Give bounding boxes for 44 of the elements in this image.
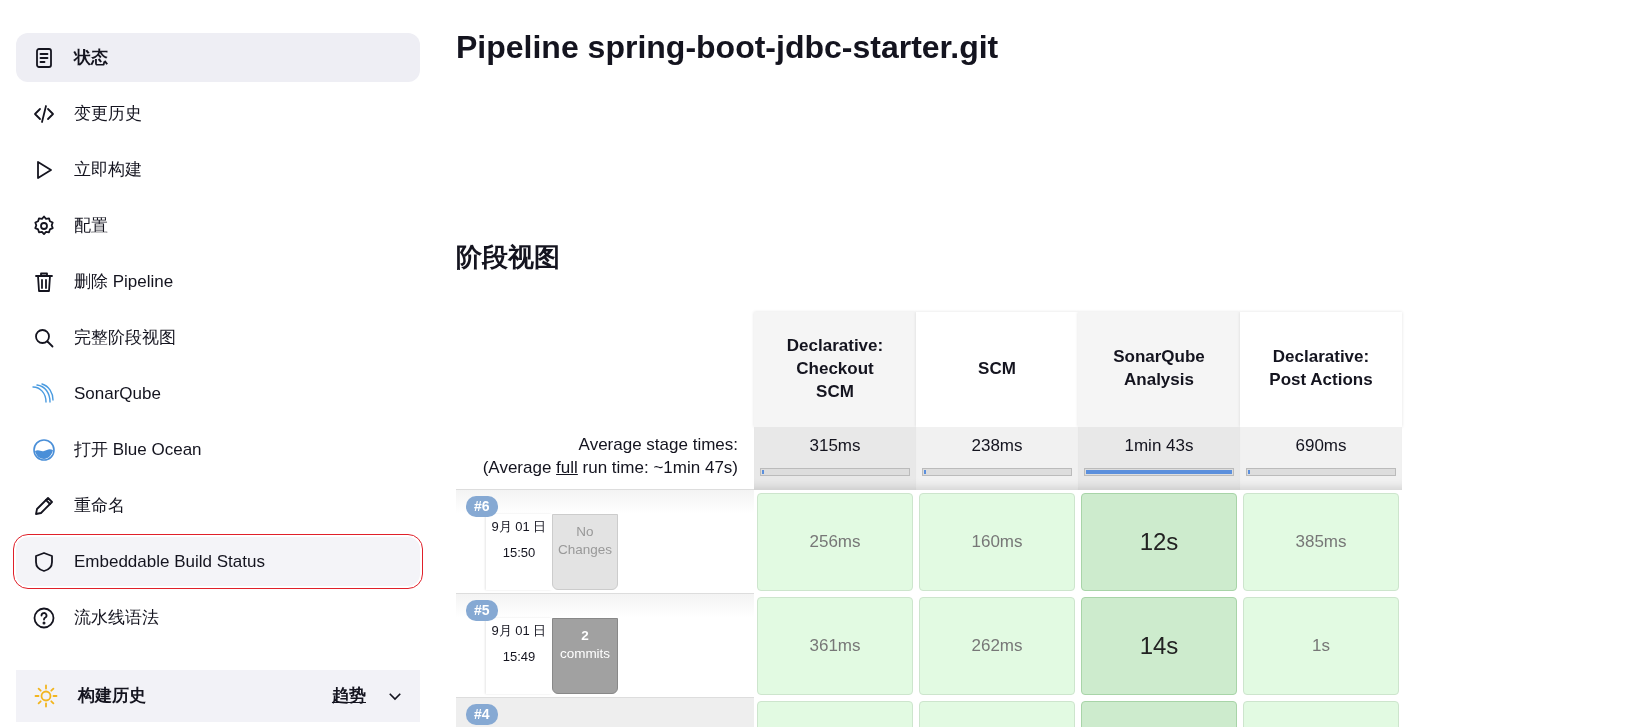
time-text: 15:49 — [501, 648, 537, 667]
globe-icon — [32, 437, 56, 462]
stage-cell[interactable]: 256ms — [757, 492, 913, 591]
average-time: 1min 43s — [1123, 434, 1195, 457]
date-text: 9月 01 日 — [490, 621, 548, 640]
full-link[interactable]: full — [556, 458, 578, 478]
date-text: 9月 01 日 — [490, 517, 548, 536]
average-time: 690ms — [1294, 434, 1348, 457]
sidebar-item[interactable]: 变更历史 — [16, 89, 420, 138]
sidebar-item[interactable]: 配置 — [16, 201, 420, 250]
settings-icon — [32, 213, 56, 238]
stage-cell[interactable]: 14s — [1081, 596, 1237, 695]
average-time: 315ms — [808, 434, 862, 457]
stage-cell[interactable]: 1s — [1243, 596, 1399, 695]
sidebar-item[interactable]: 打开 Blue Ocean — [16, 425, 420, 474]
average-label: Average stage times: — [577, 433, 738, 456]
time-text: 15:50 — [501, 544, 537, 563]
stage-cell[interactable]: 160ms — [919, 492, 1075, 591]
stage-cell[interactable]: 361ms — [757, 596, 913, 695]
waves-icon — [32, 381, 56, 406]
average-note: (Average full run time: ~1min 47s) — [481, 457, 738, 480]
column-header: Declarative: Checkout SCM — [754, 311, 916, 427]
sidebar-item[interactable]: 完整阶段视图 — [16, 313, 420, 362]
sidebar-item[interactable]: 立即构建 — [16, 145, 420, 194]
sidebar-item[interactable]: 状态 — [16, 33, 420, 82]
sidebar-item[interactable]: 删除 Pipeline — [16, 257, 420, 306]
sidebar-item[interactable]: 流水线语法 — [16, 593, 420, 642]
average-time: 238ms — [970, 434, 1024, 457]
page-title: Pipeline spring-boot-jdbc-starter.git — [456, 28, 1000, 67]
section-heading: 阶段视图 — [456, 242, 561, 274]
column-header: Declarative: Post Actions — [1240, 311, 1402, 427]
sidebar-item[interactable]: 重命名 — [16, 481, 420, 530]
column-header: SonarQube Analysis — [1078, 311, 1240, 427]
stage-cell[interactable]: 385ms — [1243, 492, 1399, 591]
stage-cell[interactable]: 12s — [1081, 492, 1237, 591]
help-icon — [32, 605, 56, 630]
sidebar-item[interactable]: SonarQube — [16, 369, 420, 418]
trend-link[interactable]: 趋势 — [332, 683, 366, 709]
sun-icon — [34, 684, 58, 708]
section-title: 构建历史 — [78, 685, 147, 708]
stage-cell[interactable]: 262ms — [919, 596, 1075, 695]
shield-icon — [32, 549, 56, 574]
column-header: SCM — [916, 311, 1078, 427]
sidebar-item[interactable]: Embeddable Build Status — [16, 537, 420, 586]
